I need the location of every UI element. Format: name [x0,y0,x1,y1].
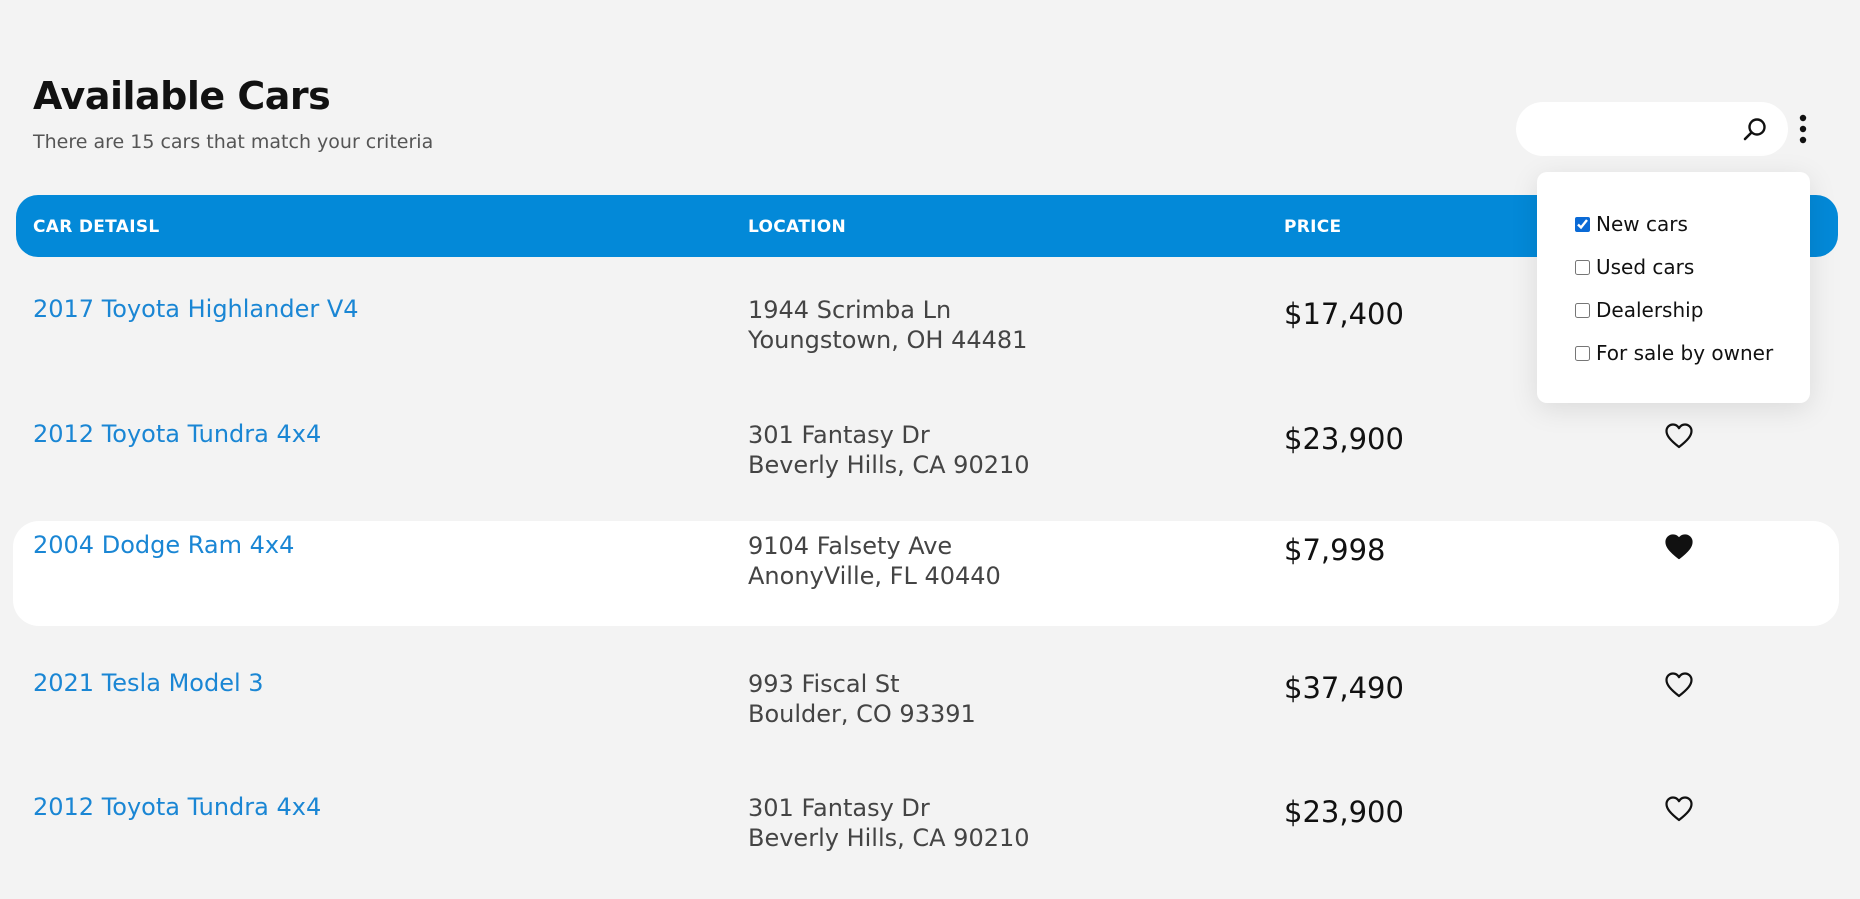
table-row: 2021 Tesla Model 3 993 Fiscal St Boulder… [13,659,1839,764]
car-price: $17,400 [1284,297,1404,331]
location-city: Boulder, CO 93391 [748,700,976,728]
column-header-car-details[interactable]: CAR DETAISL [33,217,160,237]
table-row: 2012 Toyota Tundra 4x4 301 Fantasy Dr Be… [13,783,1839,888]
location-address: 9104 Falsety Ave [748,532,953,560]
page: Available Cars There are 15 cars that ma… [0,0,1860,899]
car-link[interactable]: 2012 Toyota Tundra 4x4 [33,420,321,448]
column-header-location[interactable]: LOCATION [748,217,846,237]
filter-option-used-cars[interactable]: Used cars [1575,255,1694,279]
location-address: 1944 Scrimba Ln [748,296,952,324]
search-input[interactable] [1538,112,1738,146]
location-address: 993 Fiscal St [748,670,900,698]
checkbox-used-cars[interactable] [1575,259,1590,275]
filter-option-for-sale-by-owner[interactable]: For sale by owner [1575,341,1773,365]
column-header-price[interactable]: PRICE [1284,217,1341,237]
car-price: $23,900 [1284,422,1404,456]
car-location: 301 Fantasy Dr Beverly Hills, CA 90210 [748,420,1030,480]
filter-dropdown: New cars Used cars Dealership For sale b… [1537,172,1810,403]
location-city: Beverly Hills, CA 90210 [748,824,1030,852]
search-icon[interactable] [1741,116,1769,144]
heart-icon[interactable] [1664,422,1694,450]
search-box [1516,102,1788,156]
car-price: $37,490 [1284,671,1404,705]
location-city: AnonyVille, FL 40440 [748,562,1001,590]
page-title: Available Cars [33,74,331,118]
location-city: Youngstown, OH 44481 [748,326,1028,354]
filter-option-dealership[interactable]: Dealership [1575,298,1703,322]
filter-option-label: Dealership [1596,298,1704,322]
checkbox-new-cars[interactable] [1575,216,1590,232]
car-link[interactable]: 2021 Tesla Model 3 [33,669,264,697]
checkbox-dealership[interactable] [1575,302,1590,318]
heart-icon[interactable] [1664,795,1694,823]
location-city: Beverly Hills, CA 90210 [748,451,1030,479]
kebab-menu-icon[interactable] [1796,113,1810,145]
heart-icon[interactable] [1664,671,1694,699]
car-price: $7,998 [1284,533,1386,567]
car-location: 9104 Falsety Ave AnonyVille, FL 40440 [748,531,1001,591]
table-row-highlighted: 2004 Dodge Ram 4x4 9104 Falsety Ave Anon… [13,521,1839,626]
results-count: There are 15 cars that match your criter… [33,131,434,153]
car-location: 301 Fantasy Dr Beverly Hills, CA 90210 [748,793,1030,853]
filter-option-label: New cars [1596,212,1688,236]
location-address: 301 Fantasy Dr [748,794,930,822]
car-link[interactable]: 2012 Toyota Tundra 4x4 [33,793,321,821]
filter-option-label: For sale by owner [1596,341,1774,365]
heart-filled-icon[interactable] [1664,533,1694,561]
location-address: 301 Fantasy Dr [748,421,930,449]
table-row: 2012 Toyota Tundra 4x4 301 Fantasy Dr Be… [13,410,1839,515]
filter-option-new-cars[interactable]: New cars [1575,212,1688,236]
car-location: 993 Fiscal St Boulder, CO 93391 [748,669,976,729]
car-location: 1944 Scrimba Ln Youngstown, OH 44481 [748,295,1027,355]
filter-option-label: Used cars [1596,255,1695,279]
car-price: $23,900 [1284,795,1404,829]
checkbox-for-sale-by-owner[interactable] [1575,345,1590,361]
car-link[interactable]: 2004 Dodge Ram 4x4 [33,531,294,559]
car-link[interactable]: 2017 Toyota Highlander V4 [33,295,359,323]
